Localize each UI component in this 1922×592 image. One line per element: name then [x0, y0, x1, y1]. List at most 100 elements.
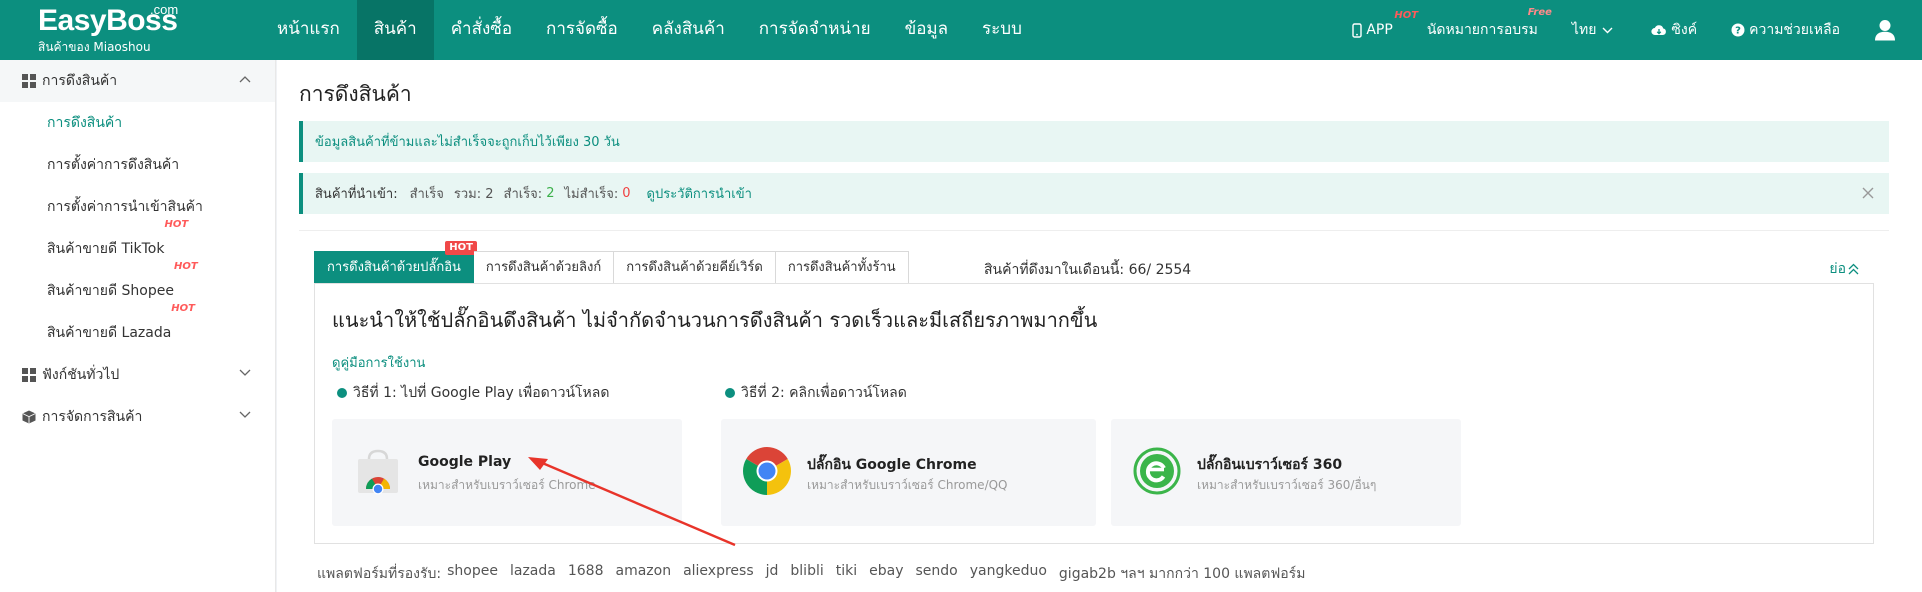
sidebar-item-tiktok-bestsellers[interactable]: สินค้าขายดี TikTok HOT [0, 219, 275, 270]
plugin-recommendation-box: แนะนำให้ใช้ปลั๊กอินดึงสินค้า ไม่จำกัดจำน… [314, 283, 1874, 544]
tab-store-fetch[interactable]: การดึงสินค้าทั้งร้าน [775, 251, 909, 284]
platform-name: jd [765, 563, 779, 579]
double-chevron-up-icon [1848, 263, 1859, 275]
browser-360-icon [1133, 447, 1181, 495]
nav-orders[interactable]: คำสั่งซื้อ [434, 0, 529, 60]
tab-link-fetch[interactable]: การดึงสินค้าด้วยลิงก์ [473, 251, 615, 284]
plugin-headline: แนะนำให้ใช้ปลั๊กอินดึงสินค้า ไม่จำกัดจำน… [332, 308, 1098, 332]
chrome-icon [743, 447, 791, 495]
card-title: ปลั๊กอินเบราว์เซอร์ 360 [1197, 457, 1343, 473]
supported-platforms: แพลตฟอร์มที่รองรับ: shopee lazada 1688 a… [317, 563, 1317, 585]
brand-subtitle: สินค้าของ Miaoshou [38, 40, 151, 54]
app-link[interactable]: APP HOT [1352, 10, 1418, 38]
brand-com: .com [150, 2, 179, 17]
sidebar-item-product-fetch[interactable]: การดึงสินค้า [0, 102, 275, 144]
import-status-ok-count: 2 [546, 186, 555, 201]
google-play-card[interactable]: Google Play เหมาะสำหรับเบราว์เซอร์ Chrom… [332, 419, 682, 526]
page-title: การดึงสินค้า [299, 82, 412, 106]
platform-name: 1688 [567, 563, 604, 579]
import-history-link[interactable]: ดูประวัติการนำเข้า [647, 183, 752, 204]
sidebar: การดึงสินค้า การดึงสินค้า การตั้งค่าการด… [0, 60, 276, 592]
app-label: APP [1366, 22, 1393, 38]
sidebar-item-fetch-settings[interactable]: การตั้งค่าการดึงสินค้า [0, 144, 275, 186]
close-icon[interactable] [1861, 186, 1875, 200]
import-status-total: รวม: 2 [453, 187, 494, 202]
import-status-ok-label: สำเร็จ: [503, 187, 543, 202]
sync-label: ซิงค์ [1671, 22, 1698, 38]
sync-button[interactable]: ซิงค์ [1651, 19, 1697, 41]
grid-icon [22, 368, 36, 382]
method-2-text: วิธีที่ 2: คลิกเพื่อดาวน์โหลด [741, 385, 907, 401]
monthly-fetch-value: 66/ 2554 [1128, 262, 1192, 278]
hot-badge: HOT [171, 303, 195, 314]
nav-distribution[interactable]: การจัดจำหน่าย [742, 0, 888, 60]
language-select[interactable]: ไทย [1572, 19, 1617, 41]
nav-system[interactable]: ระบบ [965, 0, 1039, 60]
sidebar-group-product-management[interactable]: การจัดการสินค้า [0, 396, 275, 438]
platform-name: amazon [615, 563, 672, 579]
import-status-label: สินค้าที่นำเข้า: [315, 187, 398, 202]
brand-logo[interactable]: EasyBoss .com สินค้าของ Miaoshou [38, 2, 188, 56]
nav-data[interactable]: ข้อมูล [888, 0, 965, 60]
hot-badge: HOT [445, 241, 477, 255]
platform-name: gigab2b ฯลฯ มากกว่า 100 แพลตฟอร์ม [1058, 566, 1306, 582]
retention-notice: ข้อมูลสินค้าที่ข้ามและไม่สำเร็จจะถูกเก็บ… [299, 121, 1889, 162]
hot-badge: HOT [173, 261, 198, 272]
sidebar-item-import-settings[interactable]: การตั้งค่าการนำเข้าสินค้า [0, 186, 275, 228]
tab-label: การดึงสินค้าด้วยปลั๊กอิน [327, 260, 461, 275]
help-label: ความช่วยเหลือ [1749, 22, 1840, 38]
tab-keyword-fetch[interactable]: การดึงสินค้าด้วยคีย์เวิร์ด [614, 251, 776, 284]
bullet-dot [337, 388, 347, 398]
platform-name: yangkeduo [969, 563, 1047, 579]
chevron-down-icon [1602, 27, 1613, 33]
collapse-button[interactable]: ย่อ [1829, 258, 1859, 280]
help-link[interactable]: ? ความช่วยเหลือ [1731, 19, 1840, 41]
method-1-label: วิธีที่ 1: ไปที่ Google Play เพื่อดาวน์โ… [337, 382, 609, 404]
user-icon [1875, 20, 1895, 41]
browser-360-plugin-card[interactable]: ปลั๊กอินเบราว์เซอร์ 360 เหมาะสำหรับเบราว… [1111, 419, 1461, 526]
card-subtitle: เหมาะสำหรับเบราว์เซอร์ 360/อื่นๆ [1197, 478, 1377, 492]
retention-notice-text: ข้อมูลสินค้าที่ข้ามและไม่สำเร็จจะถูกเก็บ… [315, 135, 620, 150]
nav-products[interactable]: สินค้า [356, 0, 434, 60]
sidebar-group-label: การจัดการสินค้า [42, 409, 143, 425]
sidebar-group-product-fetch[interactable]: การดึงสินค้า [0, 60, 275, 102]
sidebar-item-shopee-bestsellers[interactable]: สินค้าขายดี Shopee HOT [0, 261, 275, 312]
bullet-dot [725, 388, 735, 398]
platform-name: blibli [790, 563, 824, 579]
nav-warehouse[interactable]: คลังสินค้า [635, 0, 742, 60]
training-free-badge: Free [1527, 7, 1552, 18]
import-status-bar: สินค้าที่นำเข้า: สำเร็จ รวม: 2 สำเร็จ: 2… [299, 173, 1889, 214]
sidebar-group-general-functions[interactable]: ฟังก์ชันทั่วไป [0, 354, 275, 396]
platform-name: sendo [915, 563, 958, 579]
chrome-plugin-card[interactable]: ปลั๊กอิน Google Chrome เหมาะสำหรับเบราว์… [721, 419, 1096, 526]
card-title: Google Play [418, 454, 512, 470]
training-link[interactable]: นัดหมายการอบรม Free [1427, 7, 1552, 41]
language-label: ไทย [1571, 22, 1597, 38]
chevron-down-icon [239, 369, 251, 376]
card-subtitle: เหมาะสำหรับเบราว์เซอร์ Chrome/QQ [807, 478, 1008, 492]
import-status-fail-label: ไม่สำเร็จ: [564, 187, 619, 202]
nav-purchasing[interactable]: การจัดซื้อ [529, 0, 635, 60]
phone-icon [1352, 22, 1363, 38]
monthly-fetch-count: สินค้าที่ดึงมาในเดือนนี้: 66/ 2554 [984, 259, 1191, 281]
grid-icon [22, 74, 36, 88]
collapse-label: ย่อ [1829, 261, 1846, 277]
nav-right-tools: APP HOT นัดหมายการอบรม Free ไทย ซิงค์ ? … [1352, 0, 1922, 60]
platform-name: lazada [509, 563, 556, 579]
nav-home[interactable]: หน้าแรก [260, 0, 357, 60]
tab-plugin-fetch[interactable]: การดึงสินค้าด้วยปลั๊กอิน HOT [314, 241, 477, 284]
svg-text:?: ? [1735, 26, 1741, 37]
user-avatar[interactable] [1874, 19, 1896, 41]
fetch-method-tabs: การดึงสินค้าด้วยปลั๊กอิน HOT การดึงสินค้… [314, 241, 909, 284]
user-guide-link[interactable]: ดูคู่มือการใช้งาน [332, 352, 425, 373]
cloud-sync-icon [1651, 24, 1667, 35]
question-circle-icon: ? [1731, 23, 1745, 37]
sidebar-item-lazada-bestsellers[interactable]: สินค้าขายดี Lazada HOT [0, 303, 275, 354]
platform-name: shopee [447, 563, 498, 579]
import-status-fail-count: 0 [622, 186, 631, 201]
import-status-success: สำเร็จ [409, 187, 444, 202]
platform-name: ebay [869, 563, 904, 579]
method-2-label: วิธีที่ 2: คลิกเพื่อดาวน์โหลด [725, 382, 907, 404]
platforms-label: แพลตฟอร์มที่รองรับ: [317, 566, 442, 582]
method-1-text: วิธีที่ 1: ไปที่ Google Play เพื่อดาวน์โ… [353, 385, 610, 401]
